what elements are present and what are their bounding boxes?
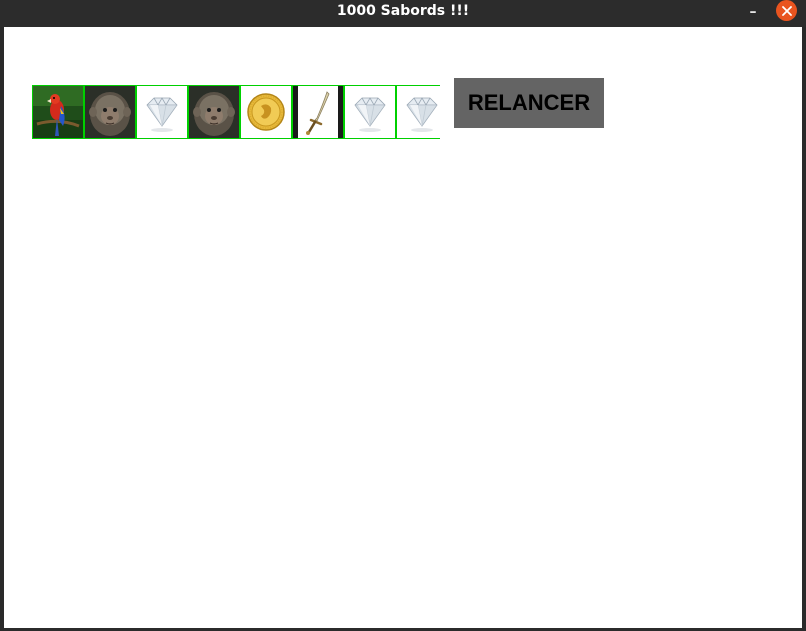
game-window: RELANCER bbox=[4, 27, 802, 628]
die-7[interactable] bbox=[344, 85, 396, 139]
die-6[interactable] bbox=[292, 85, 344, 139]
close-button[interactable] bbox=[776, 0, 797, 21]
reroll-button[interactable]: RELANCER bbox=[454, 78, 604, 128]
window-titlebar: 1000 Sabords !!! – bbox=[0, 0, 806, 27]
monkey-icon bbox=[85, 86, 135, 138]
die-1[interactable] bbox=[32, 85, 84, 139]
die-4[interactable] bbox=[188, 85, 240, 139]
dice-row bbox=[32, 85, 440, 139]
die-5[interactable] bbox=[240, 85, 292, 139]
minimize-icon: – bbox=[749, 4, 757, 20]
window-title: 1000 Sabords !!! bbox=[336, 3, 470, 19]
diamond-icon bbox=[345, 86, 395, 138]
diamond-icon bbox=[397, 86, 440, 138]
background-editor-right bbox=[802, 0, 806, 631]
parrot-icon bbox=[33, 86, 83, 138]
monkey-icon bbox=[189, 86, 239, 138]
die-2[interactable] bbox=[84, 85, 136, 139]
close-icon bbox=[781, 5, 792, 16]
diamond-icon bbox=[137, 86, 187, 138]
minimize-button[interactable]: – bbox=[744, 2, 762, 22]
gold-coin-icon bbox=[241, 86, 291, 138]
die-8[interactable] bbox=[396, 85, 440, 139]
die-3[interactable] bbox=[136, 85, 188, 139]
sword-icon bbox=[293, 86, 343, 138]
